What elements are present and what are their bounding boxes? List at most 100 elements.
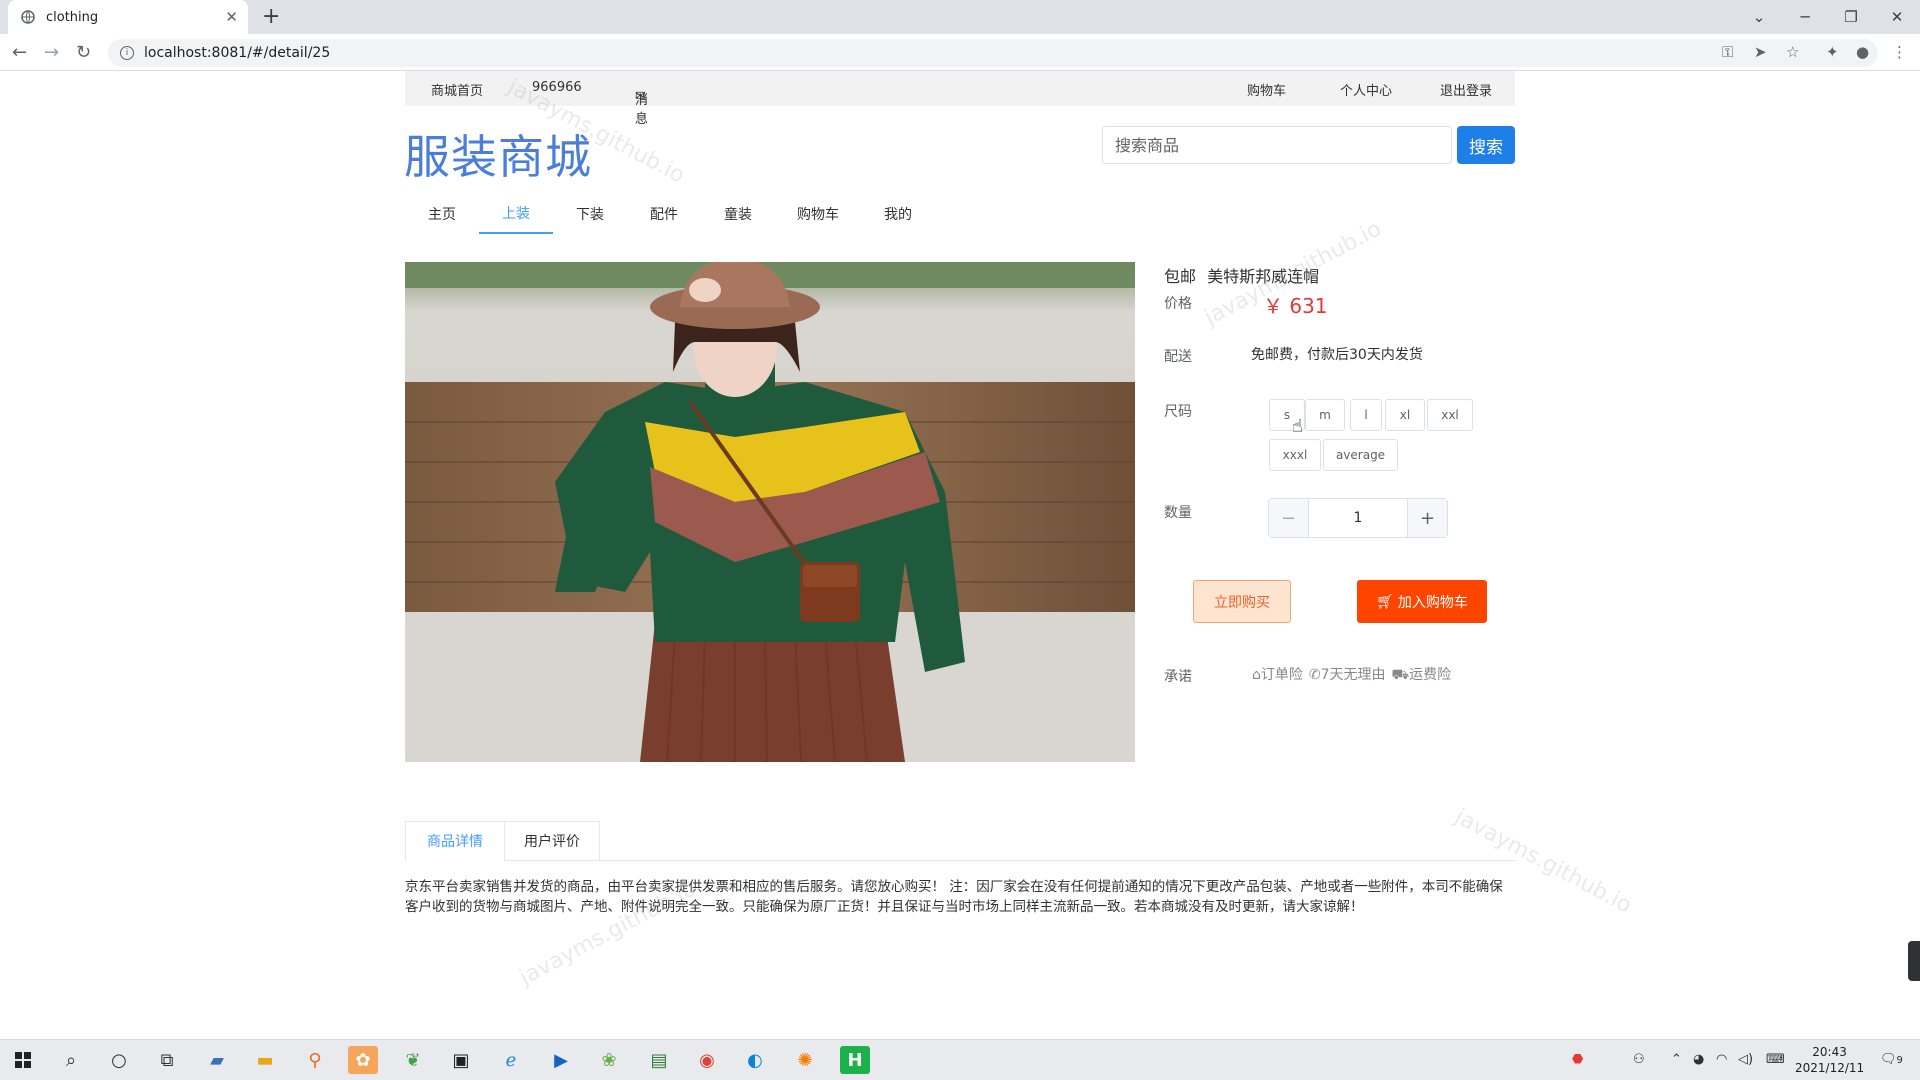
messages-label: 消息	[635, 93, 649, 127]
network-icon[interactable]: ◠	[1716, 1052, 1727, 1067]
seven-day-return: ✆7天无理由	[1309, 664, 1386, 685]
site-info-icon[interactable]: i	[120, 46, 134, 60]
address-bar[interactable]: i localhost:8081/#/detail/25	[108, 39, 1878, 67]
notification-count: 9	[1896, 1055, 1903, 1066]
product-image	[405, 262, 1135, 762]
logout-link[interactable]: 退出登录	[1440, 80, 1492, 99]
nav-item-cart[interactable]: 购物车	[775, 194, 861, 234]
tray-app-icon[interactable]: ⬣	[1572, 1052, 1583, 1067]
reload-icon[interactable]: ↻	[76, 42, 91, 63]
add-to-cart-label: 加入购物车	[1397, 594, 1468, 611]
quantity-increase-button[interactable]: +	[1407, 499, 1447, 537]
nav-item-mine[interactable]: 我的	[861, 194, 935, 234]
free-shipping-badge: 包邮	[1164, 267, 1197, 286]
spring-icon[interactable]: ❀	[594, 1046, 624, 1074]
seven-day-return-label: 7天无理由	[1320, 667, 1386, 683]
nav-item-bottoms[interactable]: 下装	[553, 194, 627, 234]
notifications-icon[interactable]: 🗨︎9	[1880, 1052, 1903, 1067]
close-window-icon[interactable]: ✕	[1874, 0, 1920, 34]
search-input[interactable]	[1102, 126, 1452, 164]
quantity-label: 数量	[1164, 505, 1192, 521]
ie-icon[interactable]: ℯ	[496, 1046, 526, 1074]
search-icon[interactable]: ⌕	[56, 1046, 86, 1074]
keyboard-icon[interactable]: ⌨	[1766, 1052, 1785, 1067]
back-icon[interactable]: ←	[12, 42, 27, 63]
site-logo[interactable]: 服装商城	[404, 121, 592, 187]
nav-item-home[interactable]: 主页	[405, 194, 479, 234]
edge-icon[interactable]: ◐	[740, 1046, 770, 1074]
nav-item-tops[interactable]: 上装	[479, 194, 553, 234]
people-icon[interactable]: ⚇	[1633, 1052, 1645, 1067]
detail-tabs: 商品详情 用户评价	[405, 821, 1515, 861]
taskbar: ⌕ ○ ⧉ ▰ ▬ ⚲ ✿ ❦ ▣ ℯ ▶ ❀ ▤ ◉ ◐ ✺ H ⬣ ⚇ ⌃ …	[0, 1039, 1920, 1080]
cart-icon: 🛒︎	[1376, 593, 1394, 610]
volume-icon[interactable]: ◁)	[1738, 1052, 1753, 1067]
hbuilder-icon[interactable]: H	[840, 1046, 870, 1074]
restore-icon[interactable]: ❐	[1828, 0, 1874, 34]
globe-icon	[20, 9, 36, 25]
app-icon-search-tool[interactable]: ⚲	[300, 1046, 330, 1074]
size-option-l[interactable]: l	[1350, 399, 1382, 431]
app-icon-orange[interactable]: ✺	[790, 1046, 820, 1074]
product-title: 包邮 美特斯邦威连帽	[1164, 263, 1319, 287]
promise-label: 承诺	[1164, 669, 1192, 685]
nav-item-kids[interactable]: 童装	[701, 194, 775, 234]
nav-item-accessories[interactable]: 配件	[627, 194, 701, 234]
size-option-xxxl[interactable]: xxxl	[1269, 439, 1321, 471]
add-to-cart-button[interactable]: 🛒︎ 加入购物车	[1357, 580, 1487, 623]
buy-now-button[interactable]: 立即购买	[1193, 580, 1291, 623]
extensions-icon[interactable]: ✦	[1826, 43, 1839, 61]
file-explorer-icon[interactable]: ▬	[250, 1046, 280, 1074]
tray-expand-icon[interactable]: ⌃	[1671, 1052, 1682, 1067]
cortana-icon[interactable]: ○	[104, 1046, 134, 1074]
url-text: localhost:8081/#/detail/25	[144, 45, 331, 61]
new-tab-icon[interactable]: +	[262, 4, 280, 29]
task-view-icon[interactable]: ⧉	[152, 1046, 182, 1074]
order-insurance: ⌂订单险	[1252, 664, 1303, 685]
browser-tab[interactable]: clothing ✕	[8, 0, 248, 34]
clock-date: 2021/12/11	[1795, 1061, 1865, 1075]
qq-icon[interactable]: ◕	[1693, 1052, 1704, 1067]
shipping-insurance: ⛟运费险	[1392, 664, 1452, 685]
app-icon-green[interactable]: ❦	[398, 1046, 428, 1074]
send-icon[interactable]: ➤	[1754, 43, 1767, 61]
system-clock[interactable]: 20:43 2021/12/11	[1795, 1044, 1864, 1076]
app-icon-active[interactable]: ✿	[348, 1046, 378, 1074]
lock-icon: ⌂	[1252, 667, 1261, 683]
mall-home-link[interactable]: 商城首页	[431, 80, 483, 99]
profile-icon[interactable]: ●	[1856, 43, 1869, 61]
size-option-xl[interactable]: xl	[1385, 399, 1425, 431]
forward-icon[interactable]: →	[44, 42, 59, 63]
app-icon-tool[interactable]: ▰	[202, 1046, 232, 1074]
cart-link[interactable]: 购物车	[1247, 80, 1286, 99]
delivery-label: 配送	[1164, 349, 1192, 365]
category-nav: 主页 上装 下装 配件 童装 购物车 我的	[405, 194, 1515, 234]
minimize-icon[interactable]: ─	[1782, 0, 1828, 34]
product-price: ￥ 631	[1263, 294, 1328, 318]
size-option-xxl[interactable]: xxl	[1427, 399, 1473, 431]
tab-search-icon[interactable]: ⌄	[1736, 0, 1782, 34]
quantity-value[interactable]: 1	[1309, 499, 1407, 537]
mouse-cursor-icon: ☝	[1292, 416, 1303, 437]
quantity-stepper[interactable]: − 1 +	[1268, 498, 1448, 538]
quantity-decrease-button[interactable]: −	[1269, 499, 1309, 537]
clock-time: 20:43	[1812, 1045, 1847, 1059]
key-icon[interactable]: ⚿	[1722, 43, 1733, 61]
side-widget[interactable]	[1908, 941, 1920, 981]
menu-icon[interactable]: ⋮	[1892, 43, 1907, 61]
bookmark-star-icon[interactable]: ☆	[1786, 43, 1799, 61]
close-tab-icon[interactable]: ✕	[225, 8, 238, 26]
top-utility-bar: 商城首页 966966 ✉ 消息 购物车 个人中心 退出登录	[405, 71, 1515, 127]
chrome-icon[interactable]: ◉	[692, 1046, 722, 1074]
app-icon-chart[interactable]: ▤	[644, 1046, 674, 1074]
size-option-m[interactable]: m	[1305, 399, 1345, 431]
app-icon-video[interactable]: ▶	[546, 1046, 576, 1074]
tab-user-reviews[interactable]: 用户评价	[504, 821, 600, 861]
tab-product-details[interactable]: 商品详情	[405, 821, 505, 861]
windows-start-icon[interactable]	[8, 1046, 38, 1074]
terminal-icon[interactable]: ▣	[446, 1046, 476, 1074]
browser-tab-bar: clothing ✕ + ⌄ ─ ❐ ✕	[0, 0, 1920, 34]
search-button[interactable]: 搜索	[1457, 126, 1515, 164]
size-option-average[interactable]: average	[1323, 439, 1398, 471]
profile-link[interactable]: 个人中心	[1340, 80, 1392, 99]
